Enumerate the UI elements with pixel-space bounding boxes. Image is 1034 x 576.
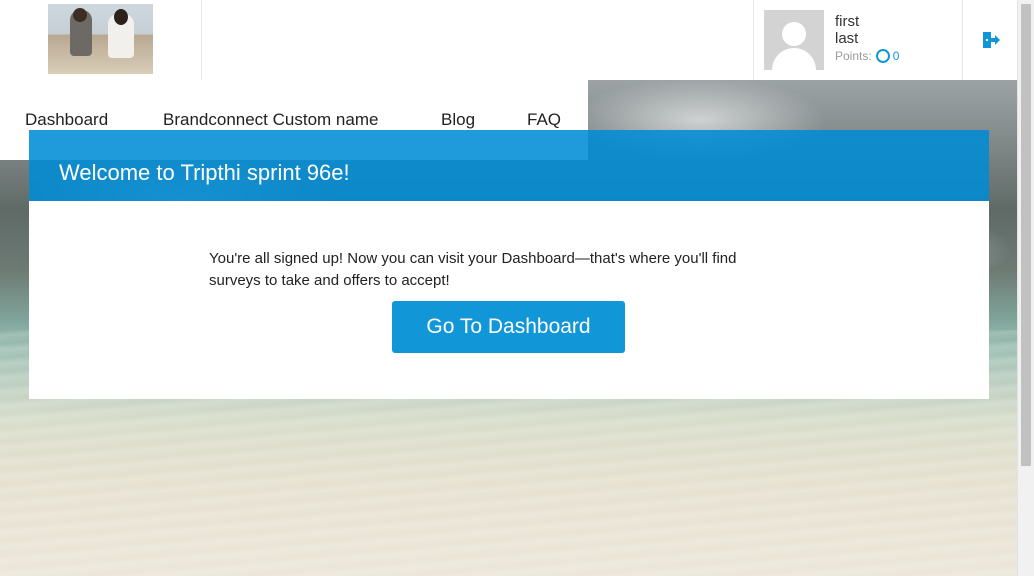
user-first-name: first xyxy=(835,13,860,30)
logout-button[interactable] xyxy=(962,0,1018,80)
points-display: Points: 0 xyxy=(835,49,899,63)
go-to-dashboard-button[interactable]: Go To Dashboard xyxy=(392,301,625,353)
nav-item-brandconnect[interactable]: Brandconnect Custom name xyxy=(163,110,378,130)
logout-icon xyxy=(983,32,1000,48)
site-logo[interactable] xyxy=(48,4,153,74)
logo-container xyxy=(0,0,202,80)
welcome-message: You're all signed up! Now you can visit … xyxy=(209,250,737,289)
points-coin-icon xyxy=(875,49,890,63)
points-value: 0 xyxy=(892,49,900,63)
points-label: Points: xyxy=(835,49,872,63)
welcome-card-body: You're all signed up! Now you can visit … xyxy=(29,201,989,399)
nav-item-faq[interactable]: FAQ xyxy=(527,110,561,130)
nav-item-dashboard[interactable]: Dashboard xyxy=(25,110,108,130)
user-last-name: last xyxy=(835,30,859,47)
nav-item-blog[interactable]: Blog xyxy=(441,110,475,130)
welcome-title: Welcome to Tripthi sprint 96e! xyxy=(59,160,350,185)
scrollbar-thumb[interactable] xyxy=(1021,4,1031,466)
vertical-scrollbar[interactable] xyxy=(1017,0,1034,576)
avatar[interactable] xyxy=(764,10,824,70)
user-profile-panel[interactable]: first last Points: 0 xyxy=(753,0,963,80)
welcome-card-header: Welcome to Tripthi sprint 96e! xyxy=(29,130,989,201)
top-header: first last Points: 0 xyxy=(0,0,1018,80)
